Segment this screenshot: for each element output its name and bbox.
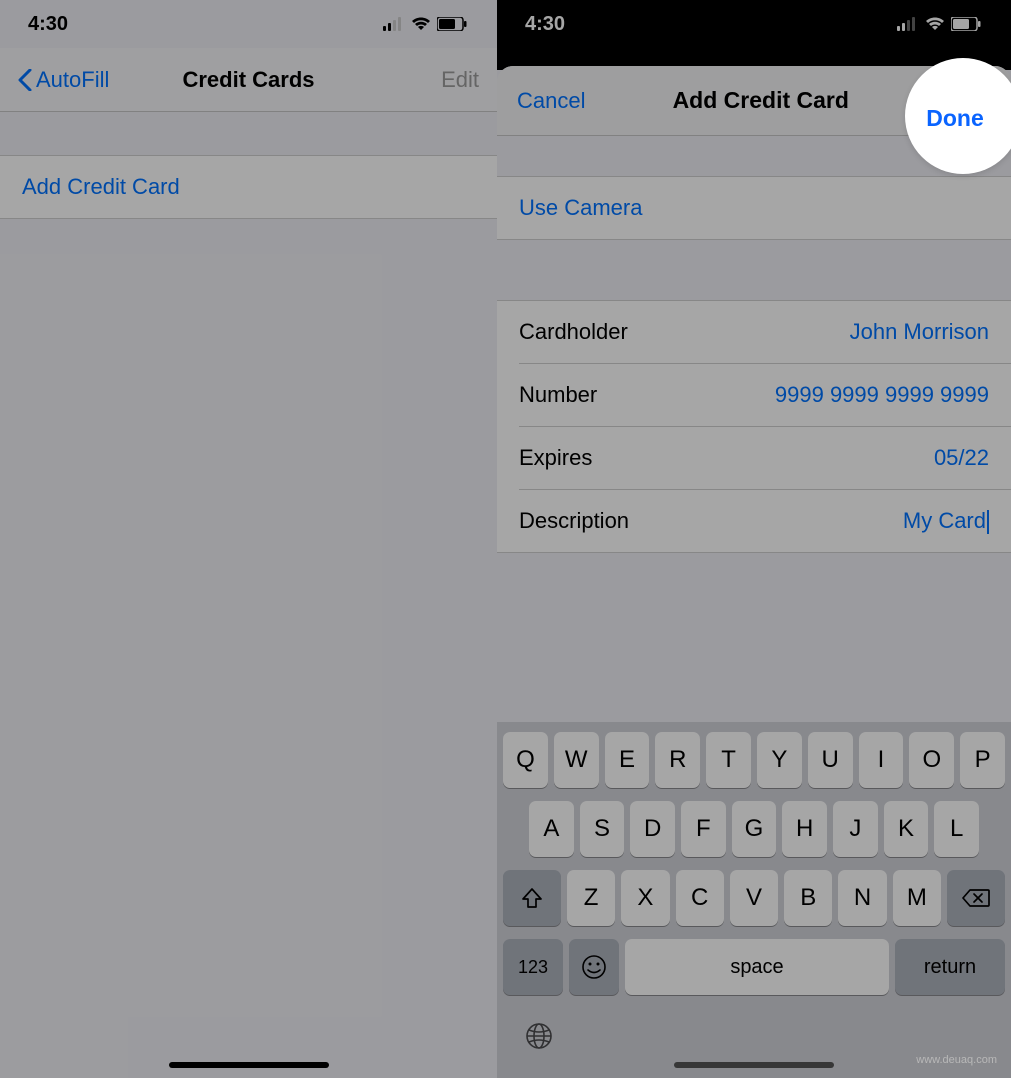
description-value: My Card [903, 508, 989, 534]
key-d[interactable]: D [630, 801, 675, 857]
key-c[interactable]: C [676, 870, 724, 926]
return-key-label: return [924, 956, 976, 979]
key-q[interactable]: Q [503, 732, 548, 788]
description-label: Description [519, 508, 629, 534]
key-k[interactable]: K [884, 801, 929, 857]
key-i[interactable]: I [859, 732, 904, 788]
key-t[interactable]: T [706, 732, 751, 788]
numbers-key[interactable]: 123 [503, 939, 563, 995]
key-l[interactable]: L [934, 801, 979, 857]
nav-bar: AutoFill Credit Cards Edit [0, 48, 497, 112]
wifi-icon [925, 17, 945, 31]
home-indicator-right[interactable] [674, 1062, 834, 1068]
status-bar-right: 4:30 [497, 0, 1011, 48]
description-row[interactable]: Description My Card [497, 490, 1011, 552]
signal-icon [897, 17, 919, 31]
add-credit-card-button[interactable]: Add Credit Card [0, 156, 497, 219]
status-time-right: 4:30 [525, 13, 565, 36]
watermark: www.deuaq.com [916, 1054, 997, 1066]
expires-value: 05/22 [934, 445, 989, 471]
phone-left: 4:30 AutoFill Credit Cards Edit Add Cred… [0, 0, 497, 1078]
globe-key[interactable] [525, 1022, 553, 1057]
add-card-sheet: Cancel Add Credit Card Done Use Camera C… [497, 66, 1011, 1078]
space-key[interactable]: space [625, 939, 889, 995]
key-u[interactable]: U [808, 732, 853, 788]
emoji-icon [581, 954, 607, 980]
status-wrap: 4:30 [497, 0, 1011, 70]
gap-3 [497, 553, 1011, 722]
backspace-key[interactable] [947, 870, 1005, 926]
screen-left: 4:30 AutoFill Credit Cards Edit Add Cred… [0, 0, 497, 1078]
shift-key[interactable] [503, 870, 561, 926]
gap-2 [497, 240, 1011, 300]
key-f[interactable]: F [681, 801, 726, 857]
cardholder-value: John Morrison [850, 319, 989, 345]
cancel-button[interactable]: Cancel [517, 88, 585, 114]
key-y[interactable]: Y [757, 732, 802, 788]
backspace-icon [962, 888, 990, 908]
status-icons [383, 17, 467, 31]
kb-row-2: ASDFGHJKL [503, 801, 1005, 857]
add-credit-card-label: Add Credit Card [22, 174, 180, 199]
use-camera-label: Use Camera [519, 195, 642, 220]
chevron-left-icon [18, 69, 32, 91]
key-h[interactable]: H [782, 801, 827, 857]
wifi-icon [411, 17, 431, 31]
key-g[interactable]: G [732, 801, 777, 857]
cardholder-label: Cardholder [519, 319, 628, 345]
home-indicator[interactable] [169, 1062, 329, 1068]
keyboard: QWERTYUIOP ASDFGHJKL ZXCVBNM 123 [497, 722, 1011, 1078]
number-value: 9999 9999 9999 9999 [775, 382, 989, 408]
text-cursor [987, 510, 989, 534]
sheet-title: Add Credit Card [673, 87, 849, 114]
cardholder-row[interactable]: Cardholder John Morrison [497, 301, 1011, 363]
status-bar: 4:30 [0, 0, 497, 48]
number-label: Number [519, 382, 597, 408]
signal-icon [383, 17, 405, 31]
key-w[interactable]: W [554, 732, 599, 788]
globe-icon [525, 1022, 553, 1050]
key-b[interactable]: B [784, 870, 832, 926]
kb-row-1: QWERTYUIOP [503, 732, 1005, 788]
nav-back-label: AutoFill [36, 67, 109, 93]
battery-icon [951, 17, 981, 31]
done-button[interactable]: Done [926, 105, 984, 132]
description-text: My Card [903, 508, 986, 533]
numbers-key-label: 123 [518, 957, 548, 978]
use-camera-button[interactable]: Use Camera [497, 176, 1011, 240]
done-highlight: Done [905, 58, 1011, 174]
expires-row[interactable]: Expires 05/22 [497, 427, 1011, 489]
space-key-label: space [730, 956, 783, 979]
key-a[interactable]: A [529, 801, 574, 857]
key-r[interactable]: R [655, 732, 700, 788]
emoji-key[interactable] [569, 939, 619, 995]
return-key[interactable]: return [895, 939, 1005, 995]
phone-right: 4:30 Cancel Add Credit Card Done Use Cam… [497, 0, 1011, 1078]
nav-back-button[interactable]: AutoFill [18, 67, 118, 93]
battery-icon [437, 17, 467, 31]
key-o[interactable]: O [909, 732, 954, 788]
number-row[interactable]: Number 9999 9999 9999 9999 [497, 364, 1011, 426]
key-n[interactable]: N [838, 870, 886, 926]
nav-title: Credit Cards [182, 67, 314, 93]
key-z[interactable]: Z [567, 870, 615, 926]
status-icons-right [897, 17, 981, 31]
kb-row-3: ZXCVBNM [503, 870, 1005, 926]
expires-label: Expires [519, 445, 592, 471]
key-v[interactable]: V [730, 870, 778, 926]
nav-edit-button[interactable]: Edit [441, 67, 479, 93]
empty-body [0, 219, 497, 1078]
key-m[interactable]: M [893, 870, 941, 926]
key-x[interactable]: X [621, 870, 669, 926]
shift-icon [521, 887, 543, 909]
key-j[interactable]: J [833, 801, 878, 857]
status-time: 4:30 [28, 13, 68, 36]
key-e[interactable]: E [605, 732, 650, 788]
key-s[interactable]: S [580, 801, 625, 857]
content-spacer [0, 112, 497, 156]
kb-row-4: 123 space return [503, 939, 1005, 995]
key-p[interactable]: P [960, 732, 1005, 788]
